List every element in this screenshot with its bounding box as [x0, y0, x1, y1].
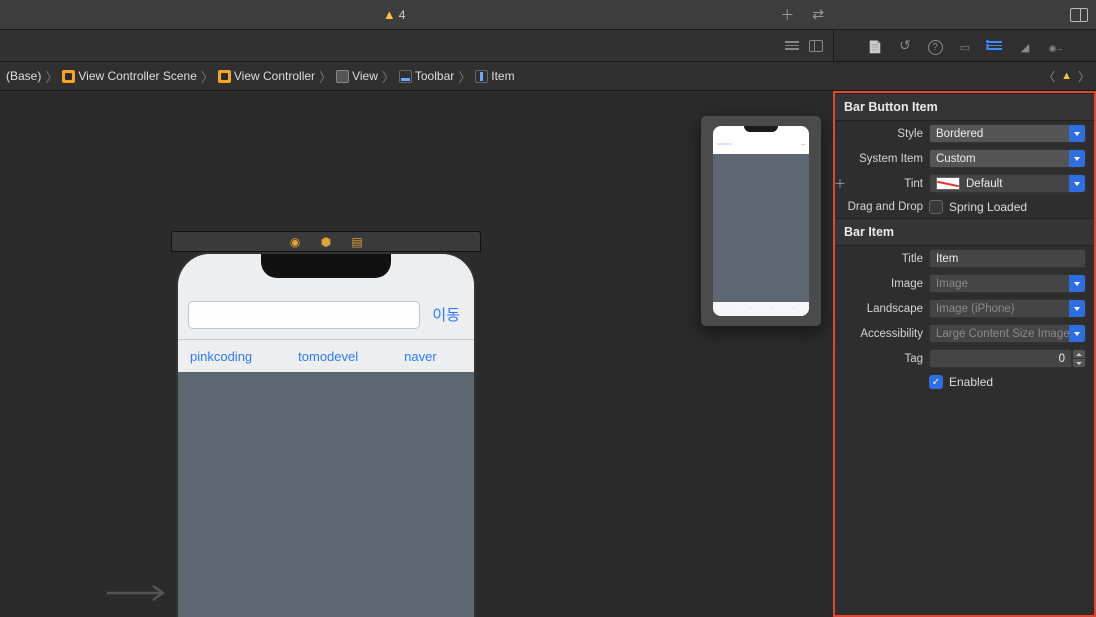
warning-icon[interactable]: ▲ [1061, 70, 1072, 82]
system-item-label: System Item [835, 153, 923, 165]
attributes-inspector-tab[interactable] [987, 38, 1003, 54]
crumb-toolbar[interactable]: Toolbar [399, 69, 454, 83]
inspector-tabs [833, 30, 1096, 61]
notch [261, 254, 391, 278]
tag-stepper[interactable] [1072, 349, 1086, 368]
view-icon [336, 70, 349, 83]
segue-arrow-icon [105, 583, 169, 603]
attributes-inspector: Bar Button Item Style Bordered System It… [833, 91, 1096, 617]
device-preview[interactable]: 이동 pinkcoding tomodevel naver [176, 252, 476, 617]
scene-icon [62, 70, 75, 83]
spring-loaded-checkbox[interactable] [929, 200, 943, 214]
spring-loaded-label: Spring Loaded [949, 200, 1027, 214]
crumb-view[interactable]: View [336, 69, 378, 83]
add-icon[interactable]: ＋ [780, 5, 794, 25]
minimap[interactable]: ~~~~~-- ···· [701, 116, 821, 326]
crumb-vc[interactable]: View Controller [218, 69, 315, 83]
first-responder-icon[interactable]: ⬢ [320, 235, 333, 248]
toolbar-link[interactable]: tomodevel [298, 349, 358, 364]
breadcrumb: (Base) 〉 View Controller Scene 〉 View Co… [0, 62, 1096, 91]
help-inspector-tab[interactable] [927, 38, 943, 54]
baritem-icon [475, 70, 488, 83]
vc-icon [218, 70, 231, 83]
title-label: Title [835, 253, 923, 265]
crumb-item[interactable]: Item [475, 69, 514, 83]
landscape-select[interactable]: Image (iPhone) [929, 299, 1086, 318]
add-variation-icon[interactable]: ＋ [835, 175, 847, 192]
file-inspector-tab[interactable] [867, 38, 883, 54]
section-header: Bar Button Item [835, 93, 1094, 121]
document-outline-icon[interactable] [809, 40, 823, 52]
warning-icon: ▲ [383, 7, 396, 22]
title-field[interactable]: Item [929, 249, 1086, 268]
interface-builder-canvas[interactable]: ~~~~~-- ···· ◉ ⬢ ▤ 이동 pinkcoding tomodev… [0, 91, 833, 617]
adjust-lines-icon[interactable] [785, 41, 799, 50]
tint-label: Tint [835, 178, 923, 190]
style-label: Style [835, 128, 923, 140]
image-label: Image [835, 278, 923, 290]
image-select[interactable]: Image [929, 274, 1086, 293]
scene-selection-bar[interactable]: ◉ ⬢ ▤ [171, 231, 481, 252]
editor-subbar [0, 30, 1096, 62]
tag-label: Tag [835, 353, 923, 365]
toolbar-link[interactable]: pinkcoding [190, 349, 252, 364]
toolbar-link[interactable]: naver [404, 349, 437, 364]
enabled-checkbox[interactable]: ✓ [929, 375, 943, 389]
style-select[interactable]: Bordered [929, 124, 1086, 143]
issue-count: 4 [399, 8, 406, 22]
accessibility-select[interactable]: Large Content Size Image [929, 324, 1086, 343]
dnd-label: Drag and Drop [835, 201, 923, 213]
crumb-scene[interactable]: View Controller Scene [62, 69, 197, 83]
window-toolbar: ▲ 4 ＋ ⇄ [0, 0, 1096, 30]
connections-inspector-tab[interactable] [1047, 38, 1063, 54]
content-area [178, 372, 474, 617]
nav-back-icon[interactable]: 〈 [1043, 68, 1055, 85]
history-inspector-tab[interactable] [897, 38, 913, 54]
issue-badge[interactable]: ▲ 4 [383, 7, 406, 22]
tint-swatch-icon [936, 177, 960, 190]
toggle-inspector-icon[interactable] [1070, 8, 1088, 22]
navigation-bar: 이동 [178, 290, 474, 340]
toolbar-preview: pinkcoding tomodevel naver [178, 340, 474, 372]
toolbar-icon [399, 70, 412, 83]
minimap-device: ~~~~~-- ···· [713, 126, 809, 316]
exit-icon[interactable]: ▤ [351, 235, 364, 248]
tag-field[interactable]: 0 [929, 349, 1072, 368]
status-bar [178, 254, 474, 290]
nav-fwd-icon[interactable]: 〉 [1078, 68, 1090, 85]
identity-inspector-tab[interactable] [957, 38, 973, 54]
system-item-select[interactable]: Custom [929, 149, 1086, 168]
tint-select[interactable]: Default [929, 174, 1086, 193]
accessibility-label: Accessibility [835, 328, 923, 340]
vc-chip-icon[interactable]: ◉ [289, 235, 302, 248]
crumb-base[interactable]: (Base) [6, 69, 41, 83]
bidir-arrow-icon[interactable]: ⇄ [812, 6, 824, 23]
nav-right-button[interactable]: 이동 [428, 304, 464, 325]
search-field[interactable] [188, 301, 420, 329]
enabled-label: Enabled [949, 375, 993, 389]
section-header: Bar Item [835, 218, 1094, 246]
landscape-label: Landscape [835, 303, 923, 315]
size-inspector-tab[interactable] [1017, 38, 1033, 54]
